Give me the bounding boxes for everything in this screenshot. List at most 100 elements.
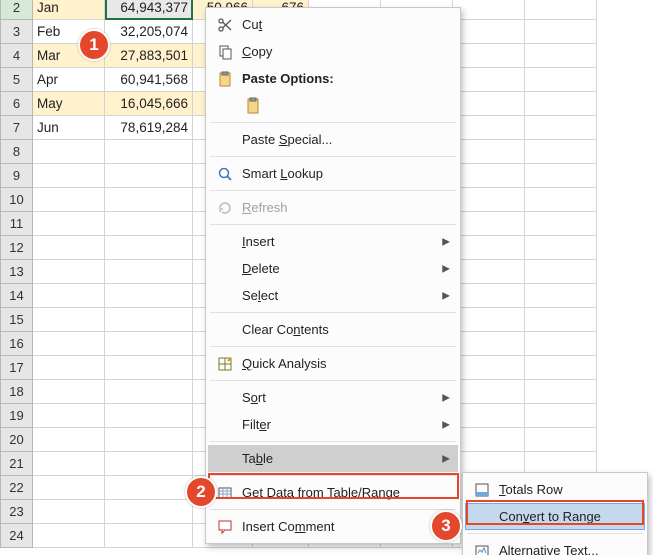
menu-get-data[interactable]: Get Data from Table/Range xyxy=(208,479,458,506)
cell[interactable]: Jun xyxy=(33,116,105,140)
cell[interactable] xyxy=(525,164,597,188)
row-header[interactable]: 19 xyxy=(1,404,33,428)
cell[interactable] xyxy=(105,140,193,164)
menu-sort[interactable]: Sort ▶ xyxy=(208,384,458,411)
cell[interactable] xyxy=(453,380,525,404)
cell[interactable] xyxy=(525,0,597,20)
submenu-convert-to-range[interactable]: Convert to Range xyxy=(465,503,645,530)
cell[interactable] xyxy=(453,164,525,188)
cell[interactable] xyxy=(525,428,597,452)
cell[interactable] xyxy=(105,500,193,524)
row-header[interactable]: 14 xyxy=(1,284,33,308)
cell[interactable]: May xyxy=(33,92,105,116)
cell[interactable] xyxy=(525,380,597,404)
cell[interactable] xyxy=(525,20,597,44)
cell[interactable] xyxy=(33,140,105,164)
cell[interactable] xyxy=(525,356,597,380)
cell[interactable] xyxy=(525,332,597,356)
menu-table[interactable]: Table ▶ xyxy=(208,445,458,472)
cell[interactable] xyxy=(453,332,525,356)
row-header[interactable]: 21 xyxy=(1,452,33,476)
cell[interactable] xyxy=(105,308,193,332)
row-header[interactable]: 6 xyxy=(1,92,33,116)
menu-clear-contents[interactable]: Clear Contents xyxy=(208,316,458,343)
cell[interactable] xyxy=(453,0,525,20)
row-header[interactable]: 12 xyxy=(1,236,33,260)
cell[interactable] xyxy=(105,284,193,308)
row-header[interactable]: 10 xyxy=(1,188,33,212)
cell[interactable] xyxy=(105,332,193,356)
submenu-alt-text[interactable]: Alternative Text... xyxy=(465,537,645,555)
cell[interactable] xyxy=(525,92,597,116)
row-header[interactable]: 3 xyxy=(1,20,33,44)
cell[interactable] xyxy=(33,212,105,236)
cell[interactable] xyxy=(33,500,105,524)
cell[interactable] xyxy=(525,308,597,332)
cell[interactable] xyxy=(33,356,105,380)
row-header[interactable]: 23 xyxy=(1,500,33,524)
cell[interactable]: 64,943,377 xyxy=(105,0,193,20)
cell[interactable] xyxy=(105,212,193,236)
cell[interactable] xyxy=(33,452,105,476)
menu-copy[interactable]: Copy xyxy=(208,38,458,65)
submenu-totals-row[interactable]: Totals Row xyxy=(465,476,645,503)
cell[interactable] xyxy=(453,92,525,116)
cell[interactable] xyxy=(525,68,597,92)
cell[interactable] xyxy=(453,236,525,260)
cell[interactable] xyxy=(105,428,193,452)
cell[interactable] xyxy=(33,284,105,308)
cell[interactable] xyxy=(525,44,597,68)
cell[interactable] xyxy=(453,404,525,428)
row-header[interactable]: 13 xyxy=(1,260,33,284)
cell[interactable] xyxy=(105,524,193,548)
cell[interactable] xyxy=(33,236,105,260)
cell[interactable] xyxy=(33,188,105,212)
cell[interactable] xyxy=(105,476,193,500)
cell[interactable] xyxy=(105,188,193,212)
row-header[interactable]: 17 xyxy=(1,356,33,380)
menu-paste-options[interactable]: Paste Options: xyxy=(208,65,458,92)
cell[interactable] xyxy=(33,428,105,452)
row-header[interactable]: 2 xyxy=(1,0,33,20)
menu-delete[interactable]: Delete ▶ xyxy=(208,255,458,282)
cell[interactable] xyxy=(33,164,105,188)
cell[interactable] xyxy=(525,260,597,284)
cell[interactable]: 60,941,568 xyxy=(105,68,193,92)
cell[interactable] xyxy=(453,68,525,92)
row-header[interactable]: 5 xyxy=(1,68,33,92)
row-header[interactable]: 24 xyxy=(1,524,33,548)
cell[interactable] xyxy=(453,428,525,452)
menu-smart-lookup[interactable]: Smart Lookup xyxy=(208,160,458,187)
menu-paste-default[interactable] xyxy=(208,92,458,119)
cell[interactable] xyxy=(525,404,597,428)
row-header[interactable]: 4 xyxy=(1,44,33,68)
cell[interactable] xyxy=(105,356,193,380)
row-header[interactable]: 9 xyxy=(1,164,33,188)
cell[interactable] xyxy=(105,404,193,428)
cell[interactable] xyxy=(525,140,597,164)
cell[interactable] xyxy=(525,284,597,308)
cell[interactable] xyxy=(105,260,193,284)
row-header[interactable]: 18 xyxy=(1,380,33,404)
cell[interactable] xyxy=(453,212,525,236)
cell[interactable] xyxy=(33,404,105,428)
cell[interactable] xyxy=(453,308,525,332)
cell[interactable] xyxy=(453,44,525,68)
cell[interactable]: Jan xyxy=(33,0,105,20)
cell[interactable] xyxy=(525,236,597,260)
cell[interactable] xyxy=(105,236,193,260)
menu-paste-special[interactable]: Paste Special... xyxy=(208,126,458,153)
cell[interactable]: 32,205,074 xyxy=(105,20,193,44)
cell[interactable] xyxy=(525,116,597,140)
cell[interactable]: 78,619,284 xyxy=(105,116,193,140)
cell[interactable] xyxy=(105,380,193,404)
row-header[interactable]: 20 xyxy=(1,428,33,452)
cell[interactable] xyxy=(453,140,525,164)
cell[interactable] xyxy=(453,260,525,284)
menu-insert[interactable]: Insert ▶ xyxy=(208,228,458,255)
cell[interactable] xyxy=(453,116,525,140)
row-header[interactable]: 16 xyxy=(1,332,33,356)
row-header[interactable]: 7 xyxy=(1,116,33,140)
menu-cut[interactable]: Cut xyxy=(208,11,458,38)
row-header[interactable]: 22 xyxy=(1,476,33,500)
